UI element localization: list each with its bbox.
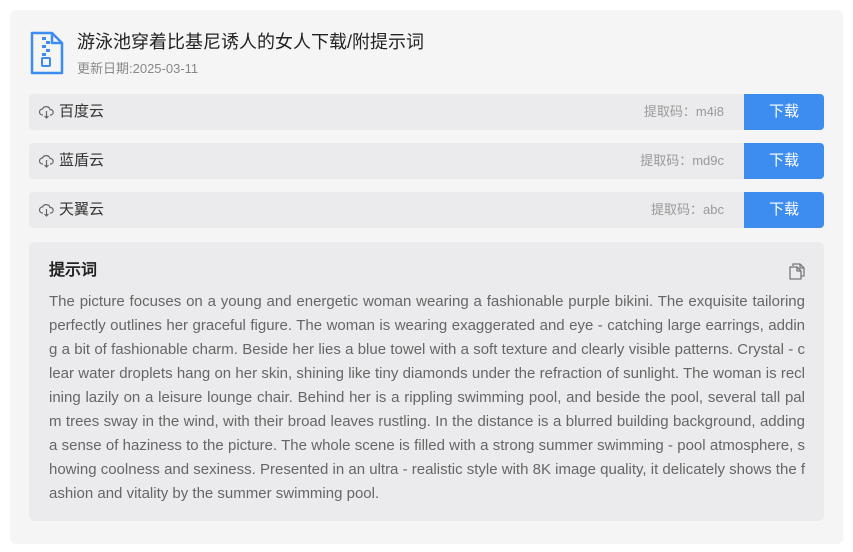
download-row-baidu: 百度云 提取码：m4i8 下载: [29, 94, 824, 130]
extraction-code: 提取码：m4i8: [643, 104, 724, 119]
cloud-icon: [38, 203, 54, 217]
prompt-title: 提示词: [49, 262, 98, 279]
download-button[interactable]: 下载: [744, 94, 824, 130]
prompt-panel: 提示词 The picture focuses on a young and e…: [29, 242, 824, 521]
cloud-icon: [38, 154, 54, 168]
download-source-name: 天翼云: [59, 201, 105, 218]
download-source-name: 百度云: [59, 103, 105, 120]
download-button[interactable]: 下载: [744, 192, 824, 228]
copy-icon[interactable]: [788, 262, 806, 280]
download-row-tianyi: 天翼云 提取码：abc 下载: [29, 192, 824, 228]
download-button[interactable]: 下载: [744, 143, 824, 179]
update-date: 更新日期:2025-03-11: [77, 61, 199, 76]
download-row-landun: 蓝盾云 提取码：md9c 下载: [29, 143, 824, 179]
resource-card: 游泳池穿着比基尼诱人的女人下载/附提示词 更新日期:2025-03-11 百度云…: [10, 10, 843, 544]
extraction-code: 提取码：abc: [651, 202, 724, 217]
cloud-icon: [38, 105, 54, 119]
zip-file-icon: [30, 31, 64, 75]
prompt-text: The picture focuses on a young and energ…: [49, 293, 805, 502]
extraction-code: 提取码：md9c: [640, 153, 724, 168]
page-title: 游泳池穿着比基尼诱人的女人下载/附提示词: [77, 32, 424, 52]
download-source-name: 蓝盾云: [59, 152, 105, 169]
